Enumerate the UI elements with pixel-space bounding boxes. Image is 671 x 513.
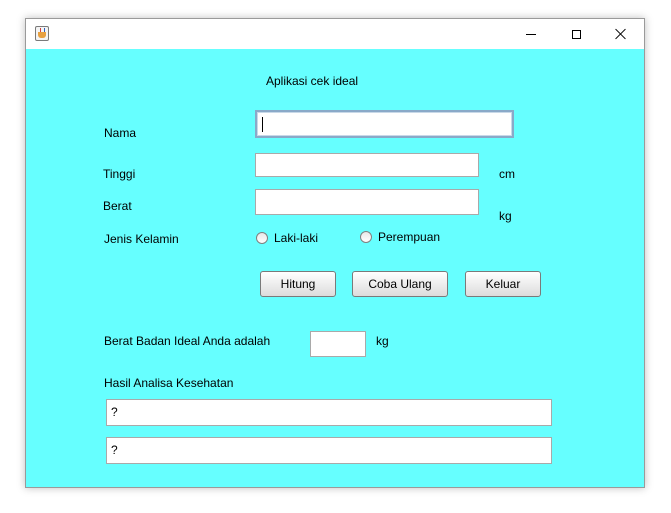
radio-perempuan-label: Perempuan	[378, 230, 441, 244]
keluar-button[interactable]: Keluar	[465, 271, 541, 297]
radio-laki-laki[interactable]: Laki-laki	[256, 231, 318, 245]
radio-button-icon	[360, 231, 372, 243]
hitung-button[interactable]: Hitung	[260, 271, 336, 297]
tinggi-input[interactable]	[255, 153, 479, 177]
jenis-kelamin-label: Jenis Kelamin	[104, 232, 179, 246]
analisa-output-1-text: ?	[111, 405, 118, 419]
app-title: Aplikasi cek ideal	[266, 74, 359, 88]
close-button[interactable]	[598, 19, 644, 49]
berat-label: Berat	[103, 199, 132, 213]
berat-ideal-output[interactable]	[310, 331, 366, 357]
tinggi-label: Tinggi	[103, 167, 136, 181]
java-cup-icon	[35, 26, 49, 41]
analisa-output-2[interactable]: ?	[106, 437, 552, 464]
text-caret	[262, 117, 263, 132]
form-panel: Aplikasi cek ideal Nama Tinggi cm Berat …	[26, 49, 644, 487]
maximize-button[interactable]	[553, 19, 599, 49]
analisa-output-1[interactable]: ?	[106, 399, 552, 426]
radio-perempuan[interactable]: Perempuan	[360, 230, 440, 244]
close-icon	[615, 28, 627, 40]
analisa-output-2-text: ?	[111, 443, 118, 457]
berat-ideal-label: Berat Badan Ideal Anda adalah	[104, 334, 271, 348]
minimize-icon	[526, 33, 536, 35]
radio-button-icon	[256, 232, 268, 244]
nama-label: Nama	[104, 126, 137, 140]
nama-input[interactable]	[255, 110, 514, 138]
berat-ideal-unit: kg	[376, 334, 389, 348]
tinggi-unit: cm	[499, 167, 515, 181]
title-bar[interactable]	[26, 19, 644, 49]
berat-input[interactable]	[255, 189, 479, 215]
coba-ulang-button[interactable]: Coba Ulang	[352, 271, 448, 297]
radio-laki-laki-label: Laki-laki	[274, 231, 319, 245]
maximize-icon	[571, 29, 581, 39]
minimize-button[interactable]	[508, 19, 554, 49]
hasil-analisa-label: Hasil Analisa Kesehatan	[104, 376, 234, 390]
berat-unit: kg	[499, 209, 512, 223]
app-window: Aplikasi cek ideal Nama Tinggi cm Berat …	[25, 18, 645, 488]
